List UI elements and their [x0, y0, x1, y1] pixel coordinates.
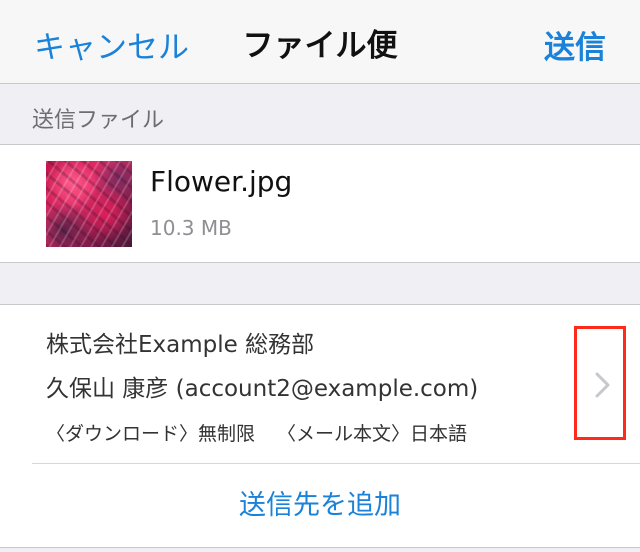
add-recipient-button[interactable]: 送信先を追加 [0, 464, 640, 548]
send-button[interactable]: 送信 [544, 22, 606, 67]
download-option: 〈ダウンロード〉無制限 [46, 423, 256, 445]
file-list-item[interactable]: Flower.jpg 10.3 MB [0, 145, 640, 263]
recipient-group: 株式会社Example 総務部 久保山 康彦 (account2@example… [0, 304, 640, 548]
file-size: 10.3 MB [150, 216, 232, 240]
chevron-right-icon [595, 372, 610, 398]
file-name: Flower.jpg [150, 165, 293, 198]
recipient-options: 〈ダウンロード〉無制限 〈メール本文〉日本語 [46, 419, 467, 446]
file-thumbnail [46, 161, 132, 247]
file-delivery-screen: キャンセル ファイル便 送信 送信ファイル Flower.jpg 10.3 MB… [0, 0, 640, 552]
disclosure-highlight-box[interactable] [574, 326, 626, 440]
section-header-label: 送信ファイル [32, 108, 165, 133]
recipient-item[interactable]: 株式会社Example 総務部 久保山 康彦 (account2@example… [0, 305, 640, 463]
mail-body-option: 〈メール本文〉日本語 [277, 423, 468, 445]
recipient-company: 株式会社Example 総務部 [46, 332, 315, 358]
recipient-person: 久保山 康彦 (account2@example.com) [46, 376, 479, 402]
navigation-bar: キャンセル ファイル便 送信 [0, 0, 640, 84]
send-files-section-header: 送信ファイル [0, 84, 640, 145]
